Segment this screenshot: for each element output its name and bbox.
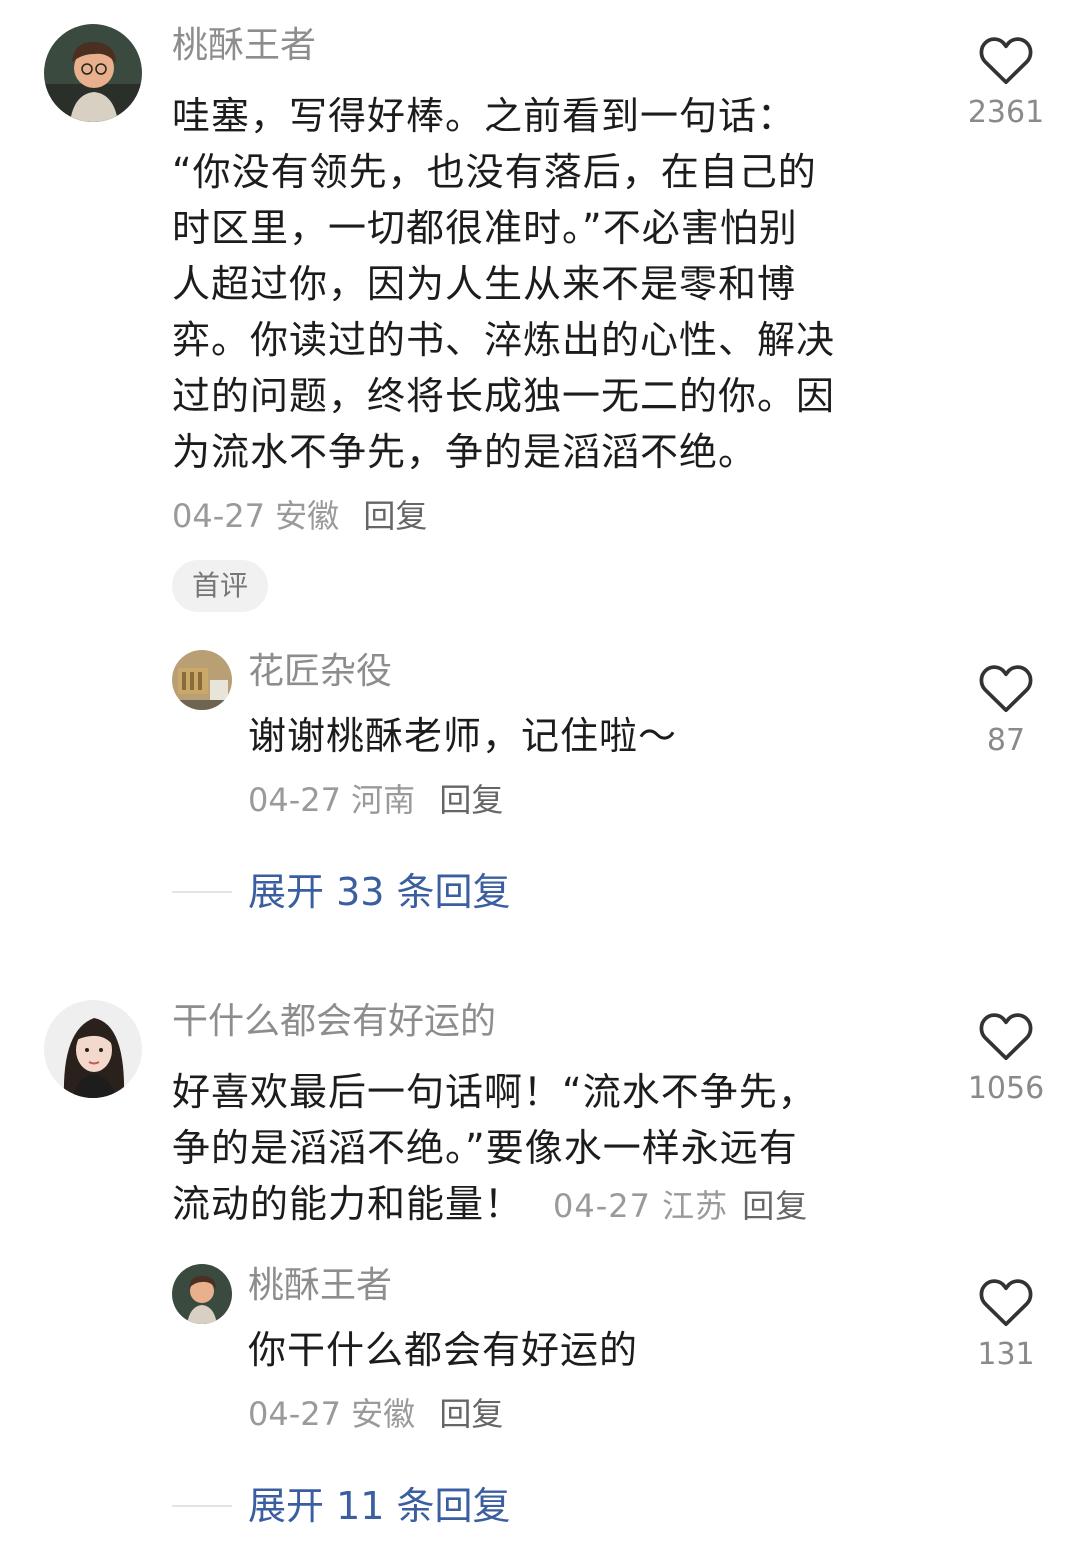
comment-location: 江苏 — [662, 1187, 729, 1225]
user-avatar[interactable] — [44, 24, 142, 122]
heart-outline-icon[interactable] — [941, 1276, 1071, 1328]
expand-replies-label[interactable]: 展开 11 条回复 — [248, 1482, 511, 1530]
reply-button[interactable]: 回复 — [439, 781, 503, 819]
comment-author[interactable]: 干什么都会有好运的 — [172, 1000, 496, 1044]
reply-location: 河南 — [351, 781, 416, 819]
reply-meta: 04-27 河南 回复 — [248, 780, 503, 820]
like-count: 1056 — [967, 1071, 1045, 1106]
comment-line-with-meta: 流动的能力和能量！ 04-27 江苏 回复 — [172, 1176, 932, 1234]
comment-body: 好喜欢最后一句话啊！“流水不争先， 争的是滔滔不绝。”要像水一样永远有 流动的能… — [172, 1064, 932, 1234]
reply-author[interactable]: 桃酥王者 — [248, 1264, 392, 1308]
reply-body: 谢谢桃酥老师，记住啦～ — [248, 714, 678, 758]
divider-line — [172, 1505, 232, 1507]
reply-date: 04-27 — [248, 1395, 341, 1433]
like-button[interactable]: 1056 — [941, 1010, 1071, 1108]
comment-line: 争的是滔滔不绝。”要像水一样永远有 — [172, 1126, 798, 1170]
comment-line: 流动的能力和能量！ — [172, 1182, 524, 1226]
reply-meta: 04-27 安徽 回复 — [248, 1394, 503, 1434]
like-button[interactable]: 131 — [941, 1276, 1071, 1374]
heart-outline-icon[interactable] — [941, 662, 1071, 714]
reply-author[interactable]: 花匠杂役 — [248, 650, 392, 694]
reply-button[interactable]: 回复 — [363, 497, 427, 535]
comment-line: 哇塞，写得好棒。之前看到一句话： — [172, 94, 797, 138]
comment-line: 弈。你读过的书、淬炼出的心性、解决 — [172, 318, 836, 362]
comment-line: 过的问题，终将长成独一无二的你。因 — [172, 374, 836, 418]
comment-line: 时区里，一切都很准时。”不必害怕别 — [172, 206, 798, 250]
expand-replies-button[interactable]: 展开 11 条回复 — [172, 1482, 511, 1530]
user-avatar[interactable] — [172, 650, 232, 710]
comment-meta: 04-27 江苏 回复 — [553, 1187, 808, 1225]
user-avatar[interactable] — [172, 1264, 232, 1324]
like-button[interactable]: 2361 — [941, 34, 1071, 132]
reply-location: 安徽 — [351, 1395, 416, 1433]
reply-date: 04-27 — [248, 781, 341, 819]
reply-button[interactable]: 回复 — [742, 1187, 808, 1225]
heart-outline-icon[interactable] — [941, 34, 1071, 86]
comment-line: “你没有领先，也没有落后，在自己的 — [172, 150, 817, 194]
divider-line — [172, 891, 232, 893]
comment-date: 04-27 — [172, 497, 265, 535]
reply-button[interactable]: 回复 — [439, 1395, 503, 1433]
comment-line: 人超过你，因为人生从来不是零和博 — [172, 262, 797, 306]
expand-replies-label[interactable]: 展开 33 条回复 — [248, 868, 511, 916]
like-count: 87 — [986, 723, 1026, 758]
comment-line: 好喜欢最后一句话啊！“流水不争先， — [172, 1070, 817, 1114]
like-button[interactable]: 87 — [941, 662, 1071, 760]
comment-meta: 04-27 安徽 回复 — [172, 496, 427, 536]
comment-line: 为流水不争先，争的是滔滔不绝。 — [172, 430, 758, 474]
reply-body: 你干什么都会有好运的 — [248, 1328, 639, 1372]
comment-author[interactable]: 桃酥王者 — [172, 24, 316, 68]
like-count: 131 — [977, 1337, 1035, 1372]
expand-replies-button[interactable]: 展开 33 条回复 — [172, 868, 511, 916]
comment-date: 04-27 — [553, 1187, 651, 1225]
like-count: 2361 — [967, 95, 1045, 130]
comment-body: 哇塞，写得好棒。之前看到一句话： “你没有领先，也没有落后，在自己的 时区里，一… — [172, 88, 892, 480]
comment-location: 安徽 — [275, 497, 340, 535]
first-comment-badge: 首评 — [172, 560, 269, 612]
heart-outline-icon[interactable] — [941, 1010, 1071, 1062]
user-avatar[interactable] — [44, 1000, 142, 1098]
